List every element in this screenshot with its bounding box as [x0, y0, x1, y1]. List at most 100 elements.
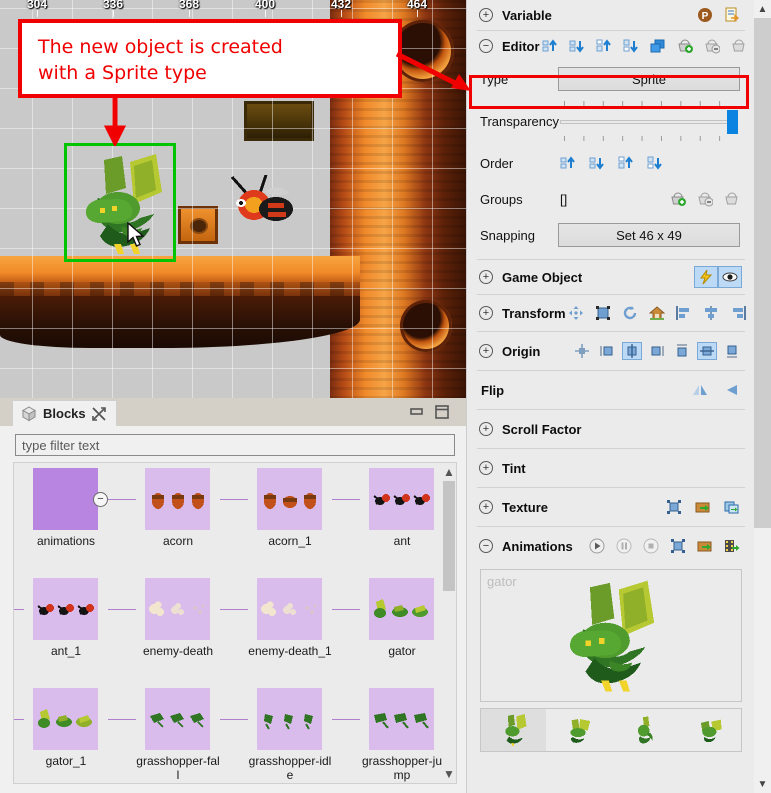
open-package-icon[interactable]: [693, 498, 713, 516]
section-animations-header[interactable]: − Animations: [467, 527, 755, 565]
expand-icon[interactable]: +: [479, 344, 493, 358]
list-item[interactable]: grasshopper-jump: [332, 688, 444, 783]
stop-icon[interactable]: [641, 537, 661, 555]
align-right-icon[interactable]: [728, 304, 748, 322]
animation-frame[interactable]: [546, 709, 611, 751]
expand-icon[interactable]: +: [479, 461, 493, 475]
collapse-icon[interactable]: −: [479, 39, 493, 53]
scroll-down-button[interactable]: ▼: [442, 765, 456, 783]
section-texture-header[interactable]: + Texture: [467, 488, 755, 526]
list-item[interactable]: acorn_1: [220, 468, 332, 578]
section-variable-header[interactable]: + Variable P: [467, 0, 755, 30]
scroll-up-button[interactable]: ▲: [442, 463, 456, 481]
home-icon[interactable]: [647, 304, 667, 322]
expand-icon[interactable]: +: [479, 500, 493, 514]
rotate-tool-icon[interactable]: [620, 304, 640, 322]
list-item[interactable]: ant: [332, 468, 444, 578]
list-item[interactable]: enemy-death_1: [220, 578, 332, 688]
scroll-down-button[interactable]: ▼: [754, 775, 771, 793]
eye-icon[interactable]: [718, 266, 742, 288]
blocks-scrollbar[interactable]: ▲ ▼: [442, 463, 456, 783]
move-top-icon[interactable]: [616, 154, 636, 172]
block-thumbnail[interactable]: [257, 578, 322, 640]
group-clear-icon[interactable]: [722, 190, 742, 208]
animation-frame[interactable]: [676, 709, 741, 751]
origin-right-icon[interactable]: [647, 342, 667, 360]
origin-center-icon[interactable]: [572, 342, 592, 360]
animation-frame[interactable]: [611, 709, 676, 751]
section-game-object-header[interactable]: + Game Object: [467, 260, 755, 294]
slider-track[interactable]: [560, 120, 736, 124]
flip-horizontal-icon[interactable]: [690, 381, 710, 399]
block-thumbnail[interactable]: [369, 688, 434, 750]
select-texture-icon[interactable]: [668, 537, 688, 555]
copy-texture-icon[interactable]: [722, 498, 742, 516]
group-remove-icon[interactable]: [695, 190, 715, 208]
section-flip-header[interactable]: Flip: [467, 371, 755, 409]
group-remove-icon[interactable]: [702, 37, 722, 55]
minimize-button[interactable]: [409, 405, 425, 419]
scroll-up-button[interactable]: ▲: [754, 0, 771, 18]
section-scroll-factor-header[interactable]: + Scroll Factor: [467, 410, 755, 448]
collapse-icon[interactable]: −: [479, 539, 493, 553]
align-top-icon[interactable]: [540, 37, 560, 55]
distribute-up-icon[interactable]: [594, 37, 614, 55]
search-input[interactable]: [15, 434, 455, 456]
origin-bottom-icon[interactable]: [722, 342, 742, 360]
list-item[interactable]: enemy-death: [108, 578, 220, 688]
group-add-icon[interactable]: [675, 37, 695, 55]
duplicate-icon[interactable]: [648, 37, 668, 55]
scrollbar-thumb[interactable]: [754, 18, 771, 528]
slider-thumb[interactable]: [727, 110, 738, 134]
prefab-badge-icon[interactable]: P: [695, 6, 715, 24]
type-value-button[interactable]: Sprite: [558, 67, 740, 91]
move-tool-icon[interactable]: [566, 304, 586, 322]
origin-hcenter-icon[interactable]: [622, 342, 642, 360]
select-texture-icon[interactable]: [664, 498, 684, 516]
section-editor-header[interactable]: − Editor: [467, 31, 755, 61]
maximize-button[interactable]: [434, 405, 450, 419]
scene-bee-sprite[interactable]: [226, 175, 296, 235]
play-icon[interactable]: [587, 537, 607, 555]
move-bottom-icon[interactable]: [645, 154, 665, 172]
block-thumbnail[interactable]: [369, 468, 434, 530]
snapping-value-button[interactable]: Set 46 x 49: [558, 223, 740, 247]
block-thumbnail[interactable]: [257, 688, 322, 750]
block-thumbnail[interactable]: [145, 578, 210, 640]
selection-bounds[interactable]: [64, 143, 176, 262]
scrollbar-thumb[interactable]: [443, 481, 455, 591]
align-center-icon[interactable]: [701, 304, 721, 322]
expand-icon[interactable]: +: [479, 8, 493, 22]
expand-icon[interactable]: +: [479, 270, 493, 284]
block-thumbnail[interactable]: [369, 578, 434, 640]
animation-preview[interactable]: gator: [480, 569, 742, 702]
animation-frame[interactable]: [481, 709, 546, 751]
move-up-icon[interactable]: [558, 154, 578, 172]
list-item[interactable]: ant_1: [14, 578, 108, 688]
export-document-icon[interactable]: [722, 6, 742, 24]
collapse-toggle-icon[interactable]: −: [93, 492, 108, 507]
list-item[interactable]: grasshopper-idle: [220, 688, 332, 783]
expand-icon[interactable]: +: [479, 306, 493, 320]
animation-filmstrip[interactable]: [480, 708, 742, 752]
list-item[interactable]: − animations: [24, 468, 108, 578]
lightning-icon[interactable]: [694, 266, 718, 288]
scale-tool-icon[interactable]: [593, 304, 613, 322]
expand-icon[interactable]: +: [479, 422, 493, 436]
transparency-slider[interactable]: [558, 101, 740, 141]
close-icon[interactable]: [91, 406, 106, 421]
align-left-icon[interactable]: [674, 304, 694, 322]
list-item[interactable]: gator: [332, 578, 444, 688]
block-thumbnail[interactable]: [145, 468, 210, 530]
list-item[interactable]: acorn: [108, 468, 220, 578]
block-thumbnail[interactable]: [257, 468, 322, 530]
block-thumbnail[interactable]: −: [33, 468, 108, 530]
section-origin-header[interactable]: + Origin: [467, 332, 755, 370]
section-transform-header[interactable]: + Transform: [467, 295, 755, 331]
pause-icon[interactable]: [614, 537, 634, 555]
group-clear-icon[interactable]: [729, 37, 749, 55]
export-film-icon[interactable]: [722, 537, 742, 555]
group-add-icon[interactable]: [668, 190, 688, 208]
block-thumbnail[interactable]: [33, 688, 98, 750]
origin-left-icon[interactable]: [597, 342, 617, 360]
